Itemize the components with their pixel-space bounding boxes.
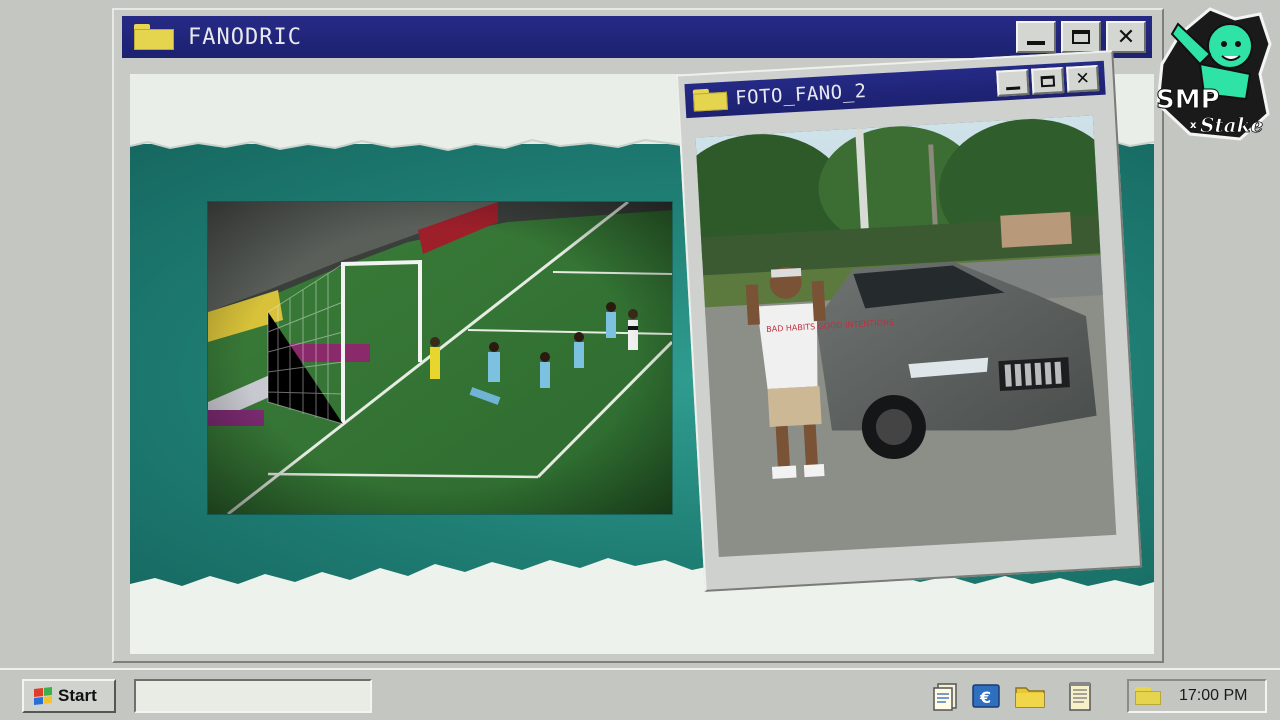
svg-text:€: € [979, 688, 991, 707]
close-button[interactable]: ✕ [1106, 21, 1146, 53]
photo-close-button[interactable]: ✕ [1066, 65, 1100, 93]
sticker-line2: x [1190, 120, 1197, 131]
close-icon: ✕ [1116, 24, 1136, 50]
main-titlebar[interactable]: FANODRIC ✕ [122, 16, 1152, 58]
minimize-button[interactable] [1016, 21, 1056, 53]
folder-icon[interactable] [1014, 680, 1046, 712]
sticker-line1: SMP [1156, 85, 1220, 115]
taskbar-field[interactable] [134, 679, 372, 713]
football-video[interactable] [208, 202, 672, 514]
folder-icon [1135, 687, 1161, 705]
notepad-icon[interactable] [1064, 680, 1096, 712]
taskbar: Start € 17:00 PM [0, 668, 1280, 720]
close-icon: ✕ [1075, 68, 1091, 90]
minimize-icon [1006, 85, 1021, 90]
maximize-button[interactable] [1061, 21, 1101, 53]
photo-window: FOTO_FANO_2 ✕ BAD HABITS GOOD INTENTIONS [675, 50, 1143, 592]
photo-minimize-button[interactable] [996, 68, 1030, 97]
car-photo: BAD HABITS GOOD INTENTIONS [695, 115, 1117, 557]
explorer-icon[interactable]: € [970, 680, 1002, 712]
folder-icon [692, 88, 728, 112]
photo-maximize-button[interactable] [1031, 67, 1065, 95]
folder-icon [134, 24, 174, 50]
minimize-icon [1027, 41, 1045, 45]
windows-logo-icon [34, 687, 52, 705]
photo-window-title: FOTO_FANO_2 [734, 80, 868, 110]
maximize-icon [1040, 74, 1056, 87]
documents-icon[interactable] [930, 680, 962, 712]
start-button[interactable]: Start [22, 679, 116, 713]
maximize-icon [1072, 30, 1090, 44]
window-title: FANODRIC [188, 24, 302, 50]
smp-stake-sticker: SMP x Stake [1156, 7, 1272, 141]
clock-area[interactable]: 17:00 PM [1127, 679, 1267, 713]
sticker-line3: Stake [1200, 113, 1263, 137]
start-label: Start [58, 686, 97, 705]
clock-time: 17:00 PM [1179, 687, 1248, 704]
